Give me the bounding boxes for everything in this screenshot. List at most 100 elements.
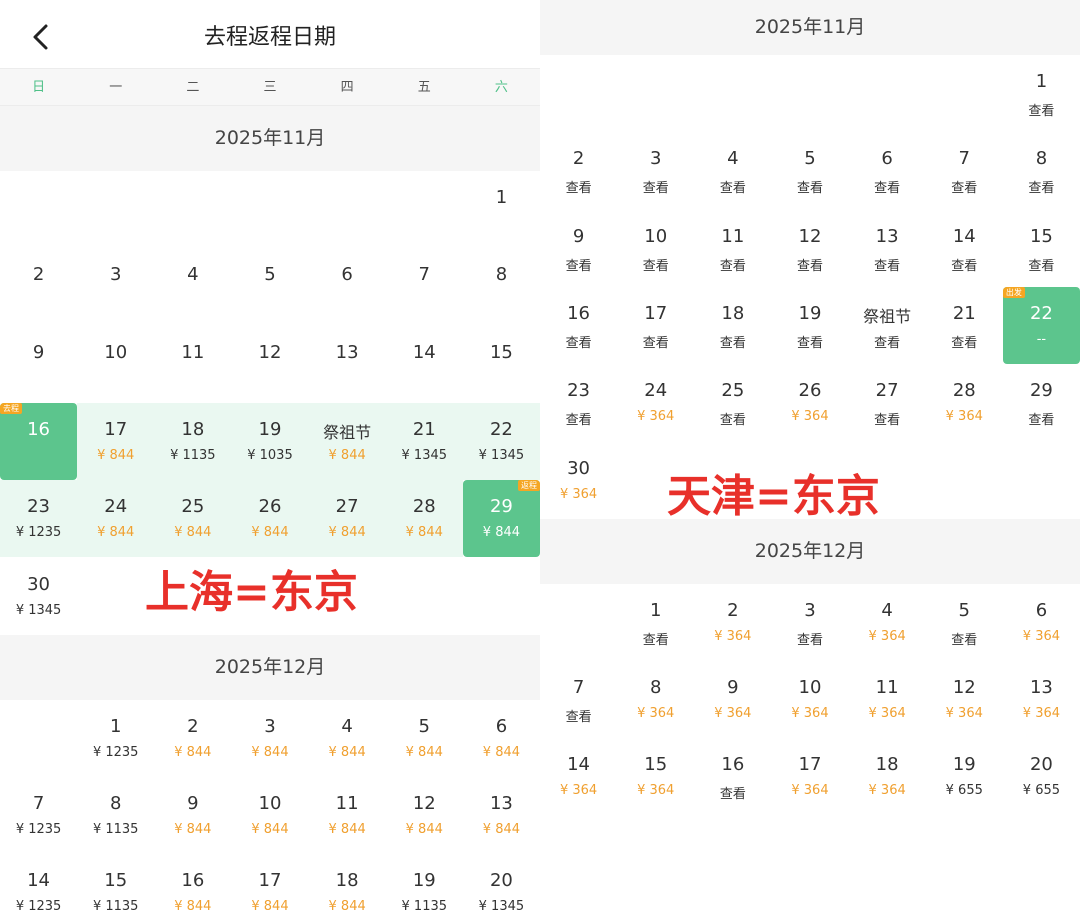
calendar-day[interactable]: 18 ¥ 364 [849, 738, 926, 815]
calendar-day-selected[interactable]: 16 去程 [0, 402, 78, 481]
calendar-day[interactable]: 10 查看 [617, 210, 694, 287]
calendar-day[interactable]: 20 ¥ 655 [1003, 738, 1080, 815]
calendar-day[interactable]: 3 ¥ 844 [231, 700, 308, 777]
calendar-day[interactable]: 21 查看 [926, 287, 1003, 364]
calendar-day[interactable]: 1 查看 [1003, 55, 1080, 132]
calendar-day[interactable]: 祭祖节 ¥ 844 [308, 402, 386, 481]
calendar-day[interactable]: 27 ¥ 844 [308, 480, 386, 558]
calendar-day[interactable]: 11 ¥ 844 [309, 777, 386, 854]
calendar-day[interactable]: 6 查看 [849, 132, 926, 209]
calendar-day[interactable]: 24 ¥ 844 [77, 480, 155, 558]
calendar-day[interactable]: 27 查看 [849, 364, 926, 441]
calendar-day[interactable]: 19 ¥ 1035 [231, 402, 309, 481]
calendar-day[interactable]: 21 ¥ 1345 [385, 402, 463, 481]
calendar-day[interactable]: 8 [463, 248, 540, 325]
calendar-day[interactable]: 12 [231, 326, 308, 403]
calendar-day[interactable]: 14 ¥ 364 [540, 738, 617, 815]
calendar-day[interactable]: 8 ¥ 364 [617, 661, 694, 738]
calendar-day[interactable]: 10 ¥ 844 [231, 777, 308, 854]
calendar-day[interactable]: 17 ¥ 844 [77, 402, 155, 481]
calendar-day[interactable]: 9 [0, 326, 77, 403]
calendar-day[interactable]: 11 [154, 326, 231, 403]
calendar-day[interactable]: 4 查看 [694, 132, 771, 209]
calendar-day[interactable]: 14 [386, 326, 463, 403]
calendar-day-selected[interactable]: 22 -- 出发 [1002, 286, 1080, 365]
calendar-day[interactable]: 6 ¥ 364 [1003, 584, 1080, 661]
calendar-day[interactable]: 19 ¥ 655 [926, 738, 1003, 815]
calendar-day[interactable]: 11 查看 [694, 210, 771, 287]
calendar-day[interactable]: 6 ¥ 844 [463, 700, 540, 777]
calendar-day[interactable]: 12 ¥ 844 [386, 777, 463, 854]
calendar-day[interactable]: 7 查看 [926, 132, 1003, 209]
calendar-day[interactable]: 18 ¥ 844 [309, 854, 386, 913]
calendar-day[interactable]: 2 ¥ 844 [154, 700, 231, 777]
calendar-day[interactable]: 3 查看 [771, 584, 848, 661]
calendar-day[interactable]: 1 ¥ 1235 [77, 700, 154, 777]
calendar-day[interactable]: 28 ¥ 364 [926, 364, 1003, 441]
calendar-day[interactable]: 2 查看 [540, 132, 617, 209]
calendar-day[interactable]: 20 ¥ 1345 [463, 854, 540, 913]
calendar-day[interactable]: 1 查看 [617, 584, 694, 661]
calendar-day[interactable]: 25 查看 [694, 364, 771, 441]
calendar-day[interactable]: 5 查看 [926, 584, 1003, 661]
calendar-day[interactable]: 30 ¥ 364 [540, 442, 617, 519]
calendar-day[interactable]: 15 ¥ 364 [617, 738, 694, 815]
calendar-day[interactable]: 17 查看 [617, 287, 694, 364]
calendar-day[interactable]: 祭祖节 查看 [849, 287, 926, 364]
calendar-day[interactable]: 14 ¥ 1235 [0, 854, 77, 913]
calendar-day[interactable]: 26 ¥ 844 [231, 480, 309, 558]
calendar-day[interactable]: 3 查看 [617, 132, 694, 209]
calendar-day[interactable]: 23 查看 [540, 364, 617, 441]
calendar-day[interactable]: 15 [463, 326, 540, 403]
calendar-day[interactable]: 5 ¥ 844 [386, 700, 463, 777]
calendar-day[interactable]: 1 [463, 171, 540, 248]
calendar-day[interactable]: 6 [309, 248, 386, 325]
calendar-day[interactable]: 13 ¥ 844 [463, 777, 540, 854]
calendar-day[interactable]: 26 ¥ 364 [771, 364, 848, 441]
calendar-day[interactable]: 28 ¥ 844 [385, 480, 463, 558]
calendar-day[interactable]: 19 ¥ 1135 [386, 854, 463, 913]
calendar-day[interactable]: 29 查看 [1003, 364, 1080, 441]
calendar-day[interactable]: 10 [77, 326, 154, 403]
calendar-day[interactable]: 2 [0, 248, 77, 325]
calendar-day[interactable]: 22 ¥ 1345 [462, 402, 540, 481]
calendar-day[interactable]: 10 ¥ 364 [771, 661, 848, 738]
calendar-day[interactable]: 17 ¥ 364 [771, 738, 848, 815]
calendar-day[interactable]: 24 ¥ 364 [617, 364, 694, 441]
calendar-day[interactable]: 16 ¥ 844 [154, 854, 231, 913]
calendar-day[interactable]: 30 ¥ 1345 [0, 558, 77, 635]
calendar-day[interactable]: 5 查看 [771, 132, 848, 209]
calendar-day[interactable]: 17 ¥ 844 [231, 854, 308, 913]
calendar-day[interactable]: 11 ¥ 364 [849, 661, 926, 738]
calendar-day[interactable]: 14 查看 [926, 210, 1003, 287]
calendar-day[interactable]: 9 ¥ 364 [694, 661, 771, 738]
calendar-day[interactable]: 9 查看 [540, 210, 617, 287]
calendar-day[interactable]: 4 ¥ 364 [849, 584, 926, 661]
calendar-day[interactable]: 7 ¥ 1235 [0, 777, 77, 854]
calendar-day[interactable]: 19 查看 [771, 287, 848, 364]
calendar-day[interactable]: 13 [309, 326, 386, 403]
calendar-day[interactable]: 2 ¥ 364 [694, 584, 771, 661]
calendar-day[interactable]: 23 ¥ 1235 [0, 480, 78, 558]
calendar-day[interactable]: 4 [154, 248, 231, 325]
calendar-day[interactable]: 15 查看 [1003, 210, 1080, 287]
calendar-day[interactable]: 16 查看 [540, 287, 617, 364]
calendar-day[interactable]: 13 ¥ 364 [1003, 661, 1080, 738]
calendar-day[interactable]: 7 [386, 248, 463, 325]
calendar-day-selected[interactable]: 29 ¥ 844 返程 [462, 480, 540, 558]
calendar-day[interactable]: 18 ¥ 1135 [154, 402, 232, 481]
calendar-day[interactable]: 16 查看 [694, 738, 771, 815]
calendar-day[interactable]: 7 查看 [540, 661, 617, 738]
calendar-day[interactable]: 8 查看 [1003, 132, 1080, 209]
calendar-day[interactable]: 25 ¥ 844 [154, 480, 232, 558]
calendar-day[interactable]: 4 ¥ 844 [309, 700, 386, 777]
calendar-day[interactable]: 15 ¥ 1135 [77, 854, 154, 913]
calendar-day[interactable]: 3 [77, 248, 154, 325]
calendar-day[interactable]: 5 [231, 248, 308, 325]
calendar-day[interactable]: 9 ¥ 844 [154, 777, 231, 854]
calendar-day[interactable]: 8 ¥ 1135 [77, 777, 154, 854]
calendar-day[interactable]: 18 查看 [694, 287, 771, 364]
calendar-day[interactable]: 12 ¥ 364 [926, 661, 1003, 738]
calendar-day[interactable]: 13 查看 [849, 210, 926, 287]
calendar-day[interactable]: 12 查看 [771, 210, 848, 287]
